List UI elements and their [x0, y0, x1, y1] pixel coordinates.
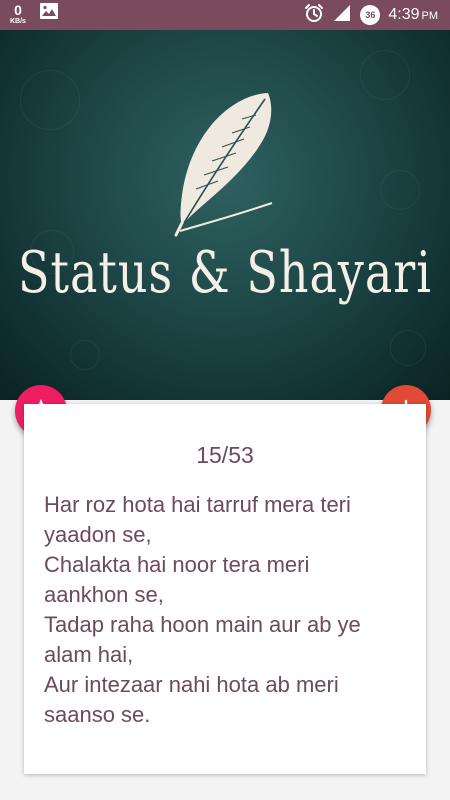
clock: 4:39 PM	[388, 6, 438, 24]
network-speed-value: 0	[14, 2, 22, 18]
clock-time: 4:39	[388, 6, 420, 23]
quote-line: Har roz hota hai tarruf mera teri	[44, 492, 351, 517]
network-speed: 0 KB/s	[10, 3, 26, 25]
status-left: 0 KB/s	[10, 3, 58, 25]
feather-quill-icon	[160, 85, 290, 249]
quote-line: saanso se.	[44, 702, 151, 727]
quote-line: aankhon se,	[44, 582, 164, 607]
clock-ampm: PM	[421, 10, 439, 22]
data-badge-icon: 36	[360, 5, 381, 25]
network-speed-unit: KB/s	[10, 18, 26, 25]
status-right: 36 4:39 PM	[304, 0, 438, 30]
quote-card: 15/53 Har roz hota hai tarruf mera teri …	[24, 404, 426, 774]
status-bar: 0 KB/s 36 4:39 PM	[0, 0, 450, 30]
banner-title: Status & Shayari	[17, 238, 432, 306]
alarm-icon	[304, 3, 324, 27]
quote-line: Chalakta hai noor tera meri	[44, 552, 310, 577]
image-icon	[39, 3, 58, 23]
quote-text[interactable]: Har roz hota hai tarruf mera teri yaadon…	[44, 490, 414, 730]
signal-icon	[332, 3, 352, 27]
quote-line: Tadap raha hoon main aur ab ye	[44, 612, 361, 637]
header-banner: Status & Shayari	[0, 30, 450, 400]
quote-line: yaadon se,	[44, 522, 152, 547]
quote-line: Aur intezaar nahi hota ab meri	[44, 672, 339, 697]
quote-line: alam hai,	[44, 642, 134, 667]
quote-counter: 15/53	[196, 442, 254, 468]
